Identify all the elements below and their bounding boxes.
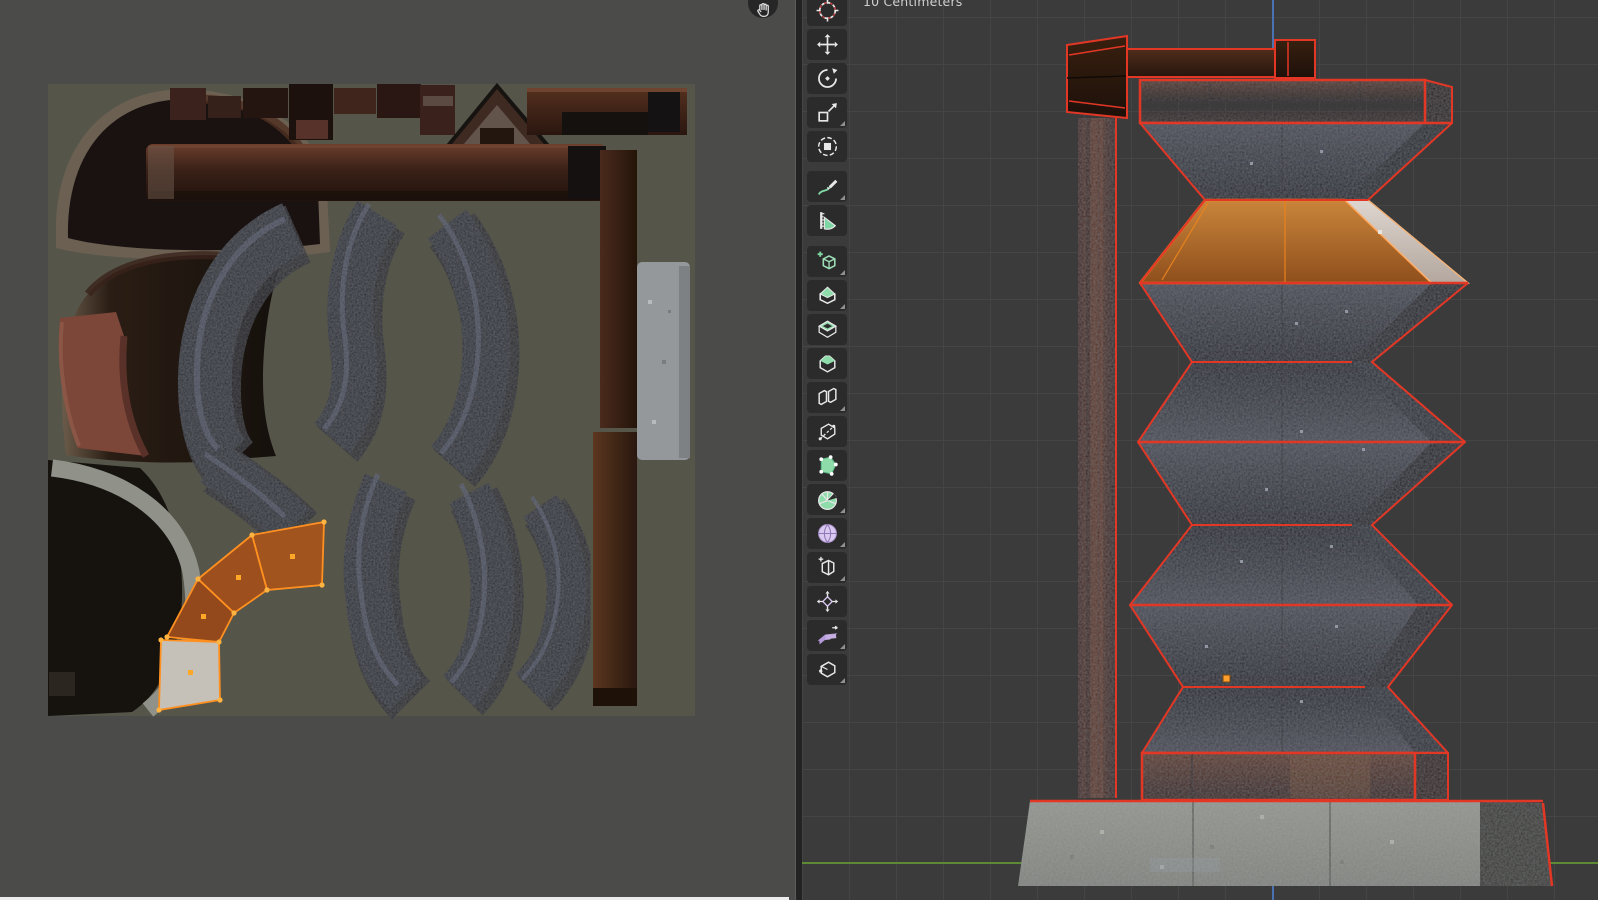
tool-poly-build-button[interactable] <box>807 450 847 481</box>
tool-annotate-button[interactable] <box>807 171 847 202</box>
smooth-icon <box>815 521 840 546</box>
tool-extrude-region-button[interactable] <box>807 280 847 311</box>
tool-add-cube-button[interactable] <box>807 246 847 277</box>
extrude-region-icon <box>815 283 840 308</box>
tool-shear-button[interactable] <box>807 620 847 651</box>
tool-inset-faces-button[interactable] <box>807 314 847 345</box>
selected-face-band[interactable] <box>1140 200 1468 283</box>
mesh-crown-cap[interactable] <box>1140 80 1452 123</box>
rotate-icon <box>815 66 840 91</box>
poly-build-icon <box>815 453 840 478</box>
tool-knife-button[interactable] <box>807 416 847 447</box>
tool-rip-region-button[interactable] <box>807 654 847 685</box>
tool-spin-button[interactable] <box>807 484 847 515</box>
tool-move-button[interactable] <box>807 29 847 60</box>
uv-island-beam-long[interactable] <box>146 144 606 201</box>
scale-icon <box>815 100 840 125</box>
mesh-pole[interactable] <box>1078 118 1115 798</box>
uv-island-stone-bar[interactable] <box>637 262 690 460</box>
tool-shrink-fatten-button[interactable] <box>807 586 847 617</box>
shear-icon <box>815 623 840 648</box>
tool-rotate-button[interactable] <box>807 63 847 94</box>
shrink-fatten-icon <box>815 589 840 614</box>
tool-transform-button[interactable] <box>807 131 847 162</box>
tool-measure-button[interactable] <box>807 205 847 236</box>
cursor-icon <box>815 0 840 23</box>
uv-island-beam-top-right[interactable] <box>527 88 687 135</box>
measure-icon <box>815 208 840 233</box>
knife-icon <box>815 419 840 444</box>
viewport-3d[interactable]: 10 Centimeters <box>802 0 1598 900</box>
tool-scale-button[interactable] <box>807 97 847 128</box>
inset-faces-icon <box>815 317 840 342</box>
rip-region-icon <box>815 657 840 682</box>
grid-scale-label: 10 Centimeters <box>863 0 963 9</box>
tool-bevel-button[interactable] <box>807 348 847 379</box>
uv-editor-panel[interactable] <box>0 0 795 900</box>
mesh-banner-object[interactable] <box>802 0 1598 900</box>
move-icon <box>815 32 840 57</box>
uv-texture-canvas[interactable] <box>0 0 795 900</box>
mesh-wood-band[interactable] <box>1142 753 1448 800</box>
active-face-dot <box>1223 675 1230 682</box>
add-cube-icon <box>815 249 840 274</box>
hand-icon <box>755 1 772 18</box>
loop-cut-icon <box>815 385 840 410</box>
tool-edge-slide-button[interactable] <box>807 552 847 583</box>
blender-window: 10 Centimeters <box>0 0 1598 900</box>
edge-slide-icon <box>815 555 840 580</box>
mesh-stone-base[interactable] <box>1018 801 1552 886</box>
editor-divider[interactable] <box>795 0 802 900</box>
viewport-toolbar <box>807 0 851 686</box>
bevel-icon <box>815 351 840 376</box>
tool-loop-cut-button[interactable] <box>807 382 847 413</box>
spin-icon <box>815 487 840 512</box>
transform-icon <box>815 134 840 159</box>
tool-cursor-button[interactable] <box>807 0 847 26</box>
tool-smooth-button[interactable] <box>807 518 847 549</box>
annotate-icon <box>815 174 840 199</box>
